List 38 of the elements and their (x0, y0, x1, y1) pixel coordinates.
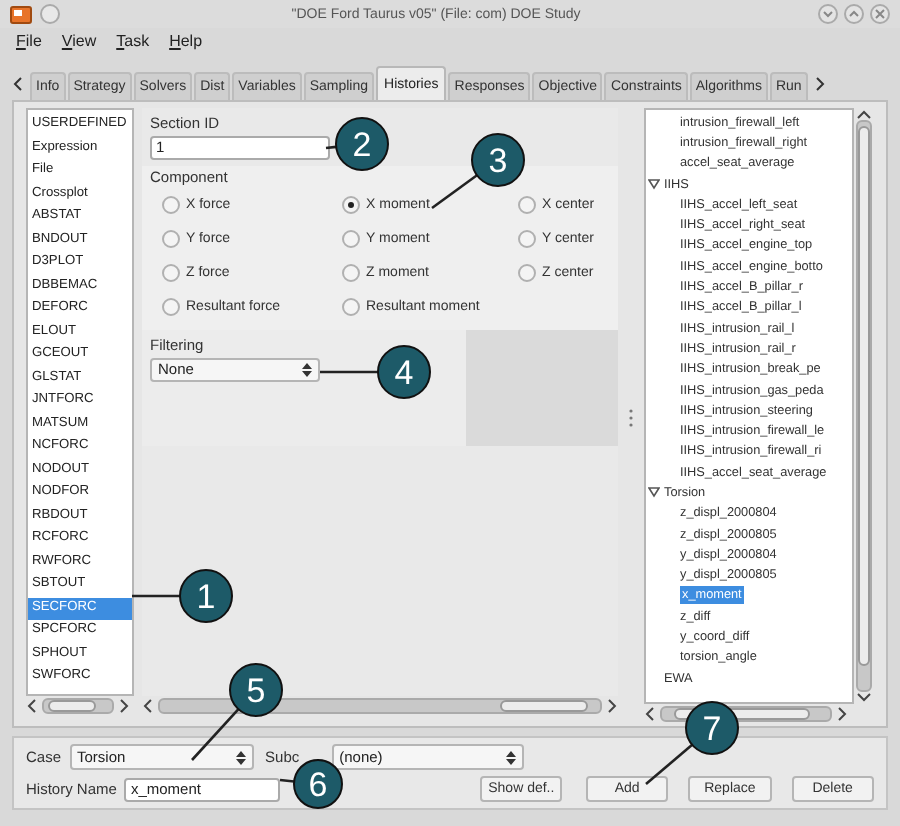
maximize-icon[interactable] (844, 4, 864, 24)
radio-button[interactable] (162, 195, 180, 213)
radio-button[interactable] (162, 297, 180, 315)
menu-item[interactable]: File (14, 34, 44, 50)
up-down-arrows-icon (235, 749, 246, 765)
chevron-left-icon[interactable] (644, 706, 656, 722)
chevron-up-icon[interactable] (856, 108, 872, 120)
radio-button[interactable] (342, 263, 360, 281)
radio-button[interactable] (342, 297, 360, 315)
menu-item[interactable]: Help (167, 34, 205, 50)
minimize-icon[interactable] (818, 4, 838, 24)
radio-button[interactable] (162, 229, 180, 247)
radio-button[interactable] (162, 263, 180, 281)
chevron-down-icon[interactable] (856, 692, 872, 704)
expand-arrow-icon[interactable] (648, 486, 660, 499)
radio-button[interactable] (342, 195, 360, 213)
chevron-right-icon[interactable] (813, 76, 826, 92)
close-icon[interactable] (870, 4, 890, 24)
chevron-right-icon[interactable] (118, 698, 130, 714)
menu-item[interactable]: Task (114, 34, 152, 50)
scrollbar[interactable] (42, 698, 114, 714)
radio-button[interactable] (518, 263, 536, 281)
window-menu-icon[interactable] (40, 4, 60, 24)
chevron-left-icon[interactable] (12, 76, 24, 92)
radio-button[interactable] (518, 229, 536, 247)
chevron-right-icon[interactable] (606, 698, 619, 714)
menu-item[interactable]: View (59, 34, 99, 50)
splitter-handle[interactable] (628, 407, 634, 427)
chevron-left-icon[interactable] (26, 698, 38, 714)
radio-button[interactable] (518, 195, 536, 213)
chevron-right-icon[interactable] (836, 706, 848, 722)
up-down-arrows-icon (505, 749, 516, 765)
scrollbar[interactable] (856, 120, 872, 692)
expand-arrow-icon[interactable] (648, 178, 660, 191)
up-down-arrows-icon (302, 362, 312, 378)
radio-button[interactable] (342, 229, 360, 247)
chevron-left-icon[interactable] (142, 698, 154, 714)
app-icon (10, 5, 32, 23)
